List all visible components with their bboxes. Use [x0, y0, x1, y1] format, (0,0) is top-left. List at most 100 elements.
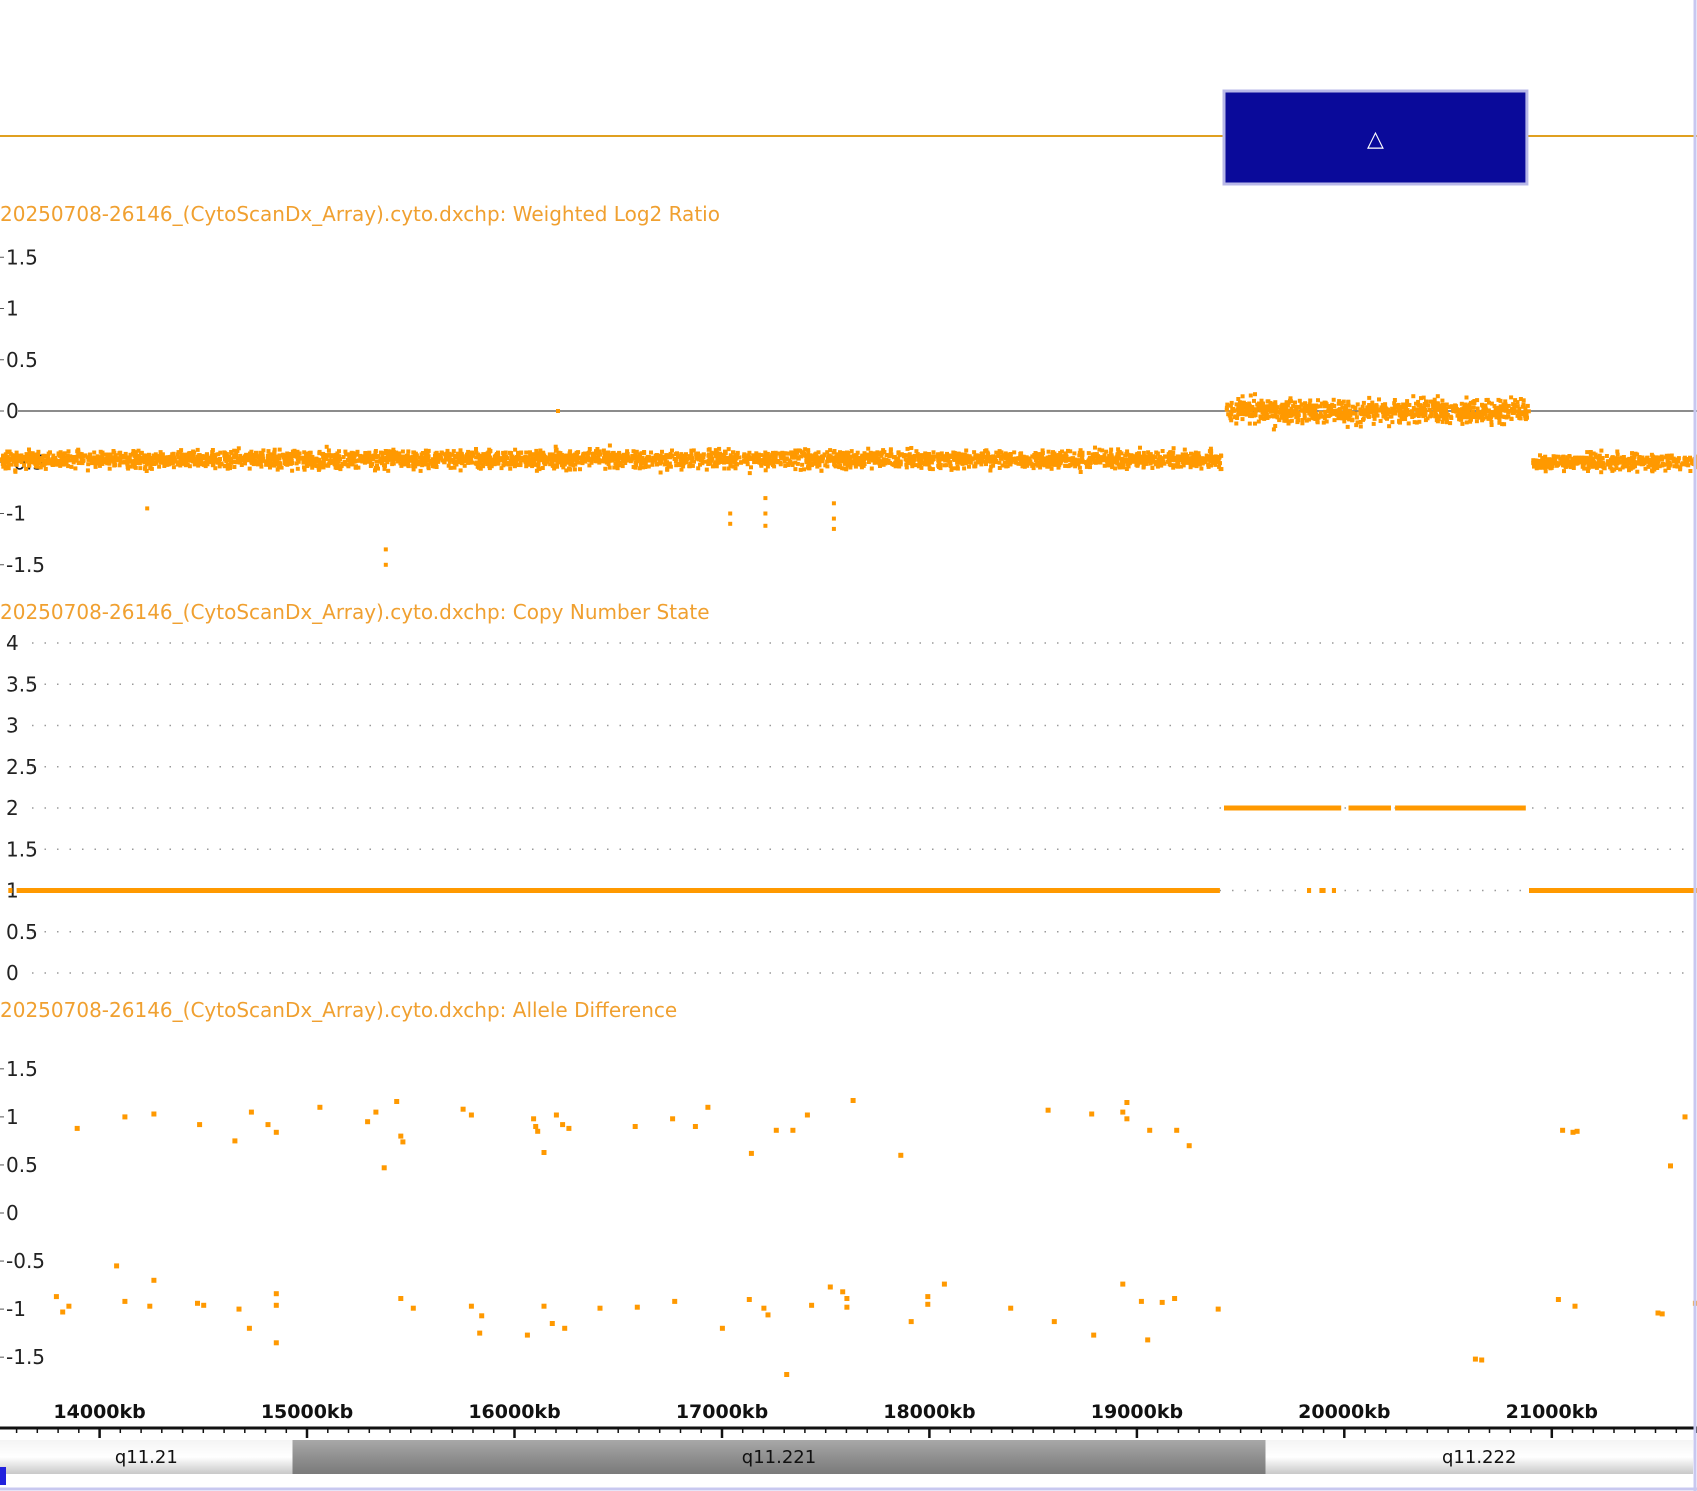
triangle-up-icon[interactable]: △ [1367, 127, 1384, 152]
log2-point [88, 453, 92, 458]
log2-point [846, 451, 851, 455]
log2-point [1036, 463, 1041, 468]
log2-point [1496, 397, 1501, 402]
log2-point [334, 466, 339, 470]
ad-point [1045, 1107, 1051, 1113]
log2-point [1354, 423, 1359, 428]
log2-point [893, 460, 898, 465]
log2-point [1523, 406, 1528, 411]
genome-browser-view[interactable]: △ 20250708-26146_(CytoScanDx_Array).cyto… [0, 0, 1697, 1491]
log2-point [997, 466, 1002, 470]
log2-point [107, 460, 112, 465]
log2-point [1016, 456, 1021, 461]
log2-point [598, 452, 603, 457]
log2-point [375, 463, 379, 468]
cn-ytick-label: 0 [6, 961, 19, 985]
log2-point [1497, 412, 1502, 417]
ad-point [1472, 1356, 1478, 1362]
log2-point [1419, 407, 1424, 412]
log2-point [969, 457, 974, 462]
log2-point [1509, 417, 1514, 421]
ad-point [692, 1124, 698, 1129]
log2-point [1358, 407, 1363, 412]
log2-point [1433, 414, 1438, 419]
log2-point [232, 455, 236, 460]
log2-point [1599, 470, 1604, 475]
log2-point [304, 451, 308, 456]
log2-point [260, 454, 265, 459]
log2-point [1531, 460, 1536, 465]
ad-point [122, 1298, 128, 1304]
log2-point [506, 462, 511, 467]
cytoband-ideogram[interactable]: q11.21 q11.221 q11.222 [0, 1440, 1693, 1474]
ad-point [460, 1106, 466, 1112]
ad-point [566, 1125, 572, 1131]
log2-point [496, 461, 501, 466]
log2-point [43, 466, 48, 471]
log2-point [272, 447, 277, 452]
log2-point [1093, 445, 1097, 450]
log2-point [509, 455, 514, 460]
log2-point [1383, 415, 1388, 420]
selection-handle[interactable] [0, 1467, 6, 1485]
log2-point [1142, 456, 1147, 461]
log2-point [866, 446, 871, 451]
log2-point [343, 449, 348, 454]
log2-point [988, 468, 993, 473]
log2-point [1310, 415, 1315, 420]
log2-point [956, 451, 961, 456]
log2-point [93, 464, 98, 469]
log2-point [179, 448, 184, 453]
ad-point [1479, 1357, 1485, 1363]
log2-point [594, 449, 598, 454]
log2-point [136, 455, 141, 460]
log2-point [1322, 404, 1327, 409]
log2-point [607, 443, 612, 448]
log2-point [321, 451, 326, 456]
log2-point [78, 454, 83, 459]
ad-ytick-label: -0.5 [6, 1249, 45, 1273]
log2-point [1125, 459, 1130, 464]
log2-point [1480, 418, 1485, 423]
log2-point [778, 451, 782, 456]
log2-point [27, 447, 31, 452]
log2-point [763, 468, 768, 473]
log2-point [1574, 459, 1579, 464]
log2-point [215, 459, 220, 464]
log2-point [348, 459, 353, 463]
ad-point [827, 1284, 833, 1290]
log2-point [733, 456, 737, 461]
log2-point [1421, 395, 1426, 400]
log2-point [382, 466, 387, 471]
log2-point [744, 457, 749, 462]
log2-point [139, 450, 144, 455]
log2-point [1171, 446, 1176, 451]
log2-point [1500, 422, 1505, 427]
log2-point [670, 448, 674, 453]
log2-point [975, 459, 980, 464]
log2-point [474, 447, 478, 451]
log2-point [69, 458, 74, 463]
log2-point [1449, 416, 1454, 420]
log2-point [578, 467, 582, 472]
log2-point [701, 452, 706, 457]
log2-point [458, 468, 463, 473]
log2-point [1464, 406, 1469, 411]
log2-ytick-label: 1 [6, 297, 19, 321]
ad-point [273, 1340, 279, 1346]
log2-point [13, 469, 18, 474]
ad-point [925, 1301, 931, 1307]
log2-point [1307, 402, 1312, 407]
log2-point [157, 464, 162, 469]
log2-point [217, 464, 222, 469]
log2-point [1209, 449, 1214, 454]
log2-point [1497, 418, 1502, 423]
log2-point [1411, 406, 1416, 410]
log2-point [508, 451, 513, 455]
log2-point [210, 463, 215, 468]
log2-point [713, 460, 718, 465]
copy-number-track: 20250708-26146_(CytoScanDx_Array).cyto.d… [0, 600, 1697, 985]
log2-point [747, 450, 752, 455]
log2-point [113, 453, 118, 458]
ad-point [553, 1112, 559, 1118]
